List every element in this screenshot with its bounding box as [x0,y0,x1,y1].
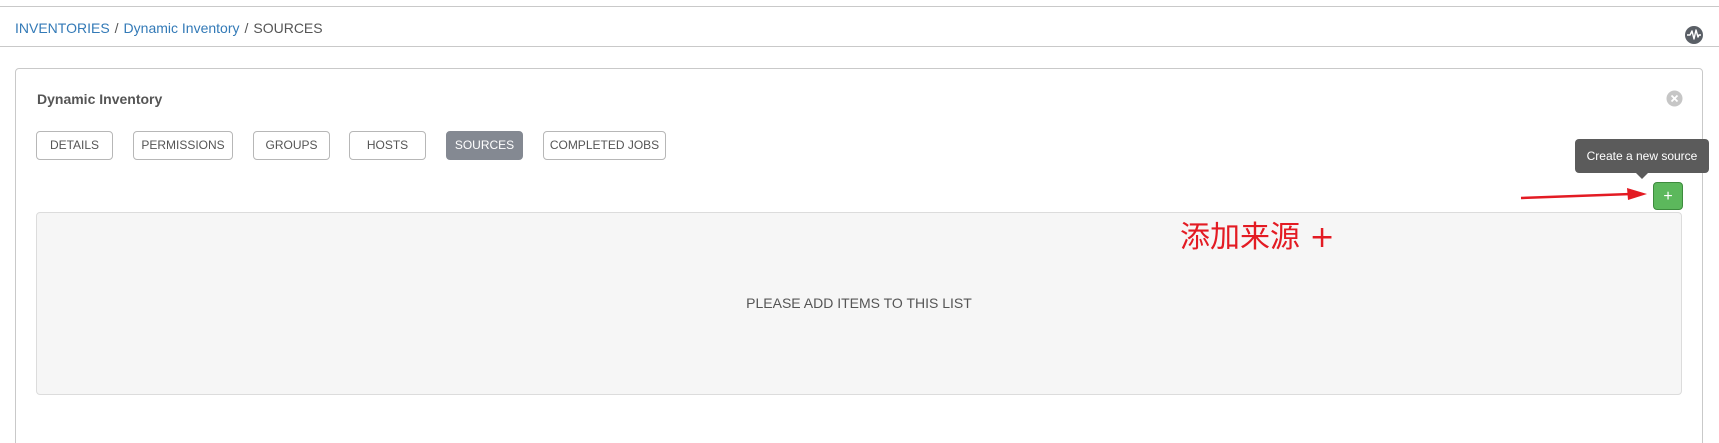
tab-completed-jobs[interactable]: COMPLETED JOBS [543,131,666,160]
tab-hosts[interactable]: HOSTS [349,131,426,160]
inventory-panel: Dynamic Inventory DETAILS PERMISSIONS GR… [15,68,1709,443]
empty-list-message: PLEASE ADD ITEMS TO THIS LIST [746,295,972,311]
page: INVENTORIES / Dynamic Inventory / SOURCES Dy… [0,0,1719,443]
breadcrumb-separator: / [244,20,249,36]
annotation-arrow-icon [1520,188,1647,200]
sources-list: PLEASE ADD ITEMS TO THIS LIST [36,212,1682,395]
annotation-label: 添加来源 + [1180,220,1335,255]
add-source-tooltip: Create a new source [1575,139,1709,173]
activity-stream-icon[interactable] [1684,25,1704,45]
tab-details[interactable]: DETAILS [36,131,113,160]
tab-permissions[interactable]: PERMISSIONS [133,131,233,160]
tooltip-arrow [1636,173,1648,179]
tab-sources[interactable]: SOURCES [446,131,523,160]
tab-groups[interactable]: GROUPS [253,131,330,160]
breadcrumb-separator: / [114,20,119,36]
breadcrumb-sources: SOURCES [253,20,323,36]
panel-title: Dynamic Inventory [37,91,163,107]
add-source-button[interactable]: + [1653,182,1683,210]
close-icon[interactable] [1666,90,1683,107]
breadcrumb-dynamic-inventory[interactable]: Dynamic Inventory [124,20,240,36]
breadcrumb: INVENTORIES / Dynamic Inventory / SOURCES [15,20,323,36]
breadcrumb-bar: INVENTORIES / Dynamic Inventory / SOURCES [0,7,1719,47]
breadcrumb-inventories[interactable]: INVENTORIES [15,20,110,36]
